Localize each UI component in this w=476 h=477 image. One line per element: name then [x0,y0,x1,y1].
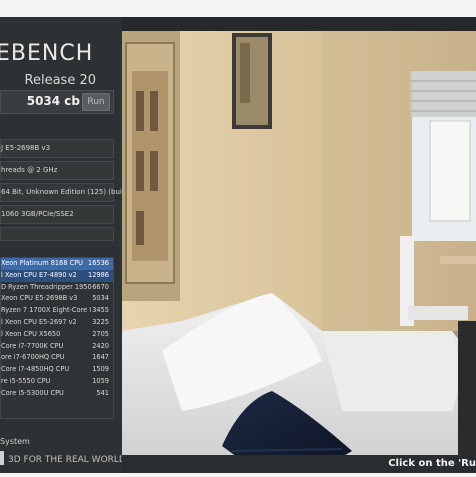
ranking-score: 3225 [92,317,109,326]
ranking-score: 12986 [88,270,109,279]
ranking-row[interactable]: l Xeon CPU E7-4890 v2 12986 [1,269,113,282]
ranking-cpu-name: l Xeon CPU E7-4890 v2 [1,270,77,279]
ranking-cpu-name: D Ryzen Threadripper 1950 [1,282,92,291]
ranking-score: 16536 [88,259,109,267]
ranking-row[interactable]: Core i7-7700K CPU 2420 [1,341,113,353]
ranking-cpu-name: re i5-5550 CPU [1,376,51,385]
gpu-info-field: 1060 3GB/PCIe/SSE2 [0,205,114,224]
ranking-cpu-name: Ryzen 7 1700X Eight-Core I [1,306,92,315]
threads-info-field: hreads @ 2 GHz [0,161,114,180]
ranking-row[interactable]: Xeon Platinum 8168 CPU 16536 [1,258,113,270]
ranking-score: 1059 [92,376,109,385]
ranking-cpu-name: Xeon CPU E5-2698B v3 [1,294,78,303]
cpu-score: 5034 cb [26,94,80,108]
ranking-cpu-name: Core i7-4850HQ CPU [1,365,70,374]
ranking-row[interactable]: ore i7-6700HQ CPU 1647 [1,352,113,364]
sidebar: EBENCH Release 20 5034 cb Run J E5-2698B… [0,17,126,473]
ranking-score: 5034 [92,294,109,303]
cinebench-window: EBENCH Release 20 5034 cb Run J E5-2698B… [0,17,476,473]
ranking-cpu-name: l Xeon CPU X5650 [1,329,61,338]
ranking-row[interactable]: l Xeon CPU X5650 2705 [1,329,113,341]
ranking-score: 6670 [92,282,109,291]
ranking-score: 3455 [92,306,109,315]
ranking-cpu-name: l Xeon CPU E5-2697 v2 [1,317,77,326]
threads-info-text: hreads @ 2 GHz [1,166,58,174]
ranking-score: 541 [96,388,109,397]
ranking-row[interactable]: l Xeon CPU E5-2697 v2 3225 [1,317,113,329]
ranking-cpu-name: Core i5-5300U CPU [1,388,64,397]
cpu-info-text: J E5-2698B v3 [1,144,51,152]
ranking-cpu-name: Xeon Platinum 8168 CPU [1,259,84,267]
os-info-field: 64 Bit, Unknown Edition (125) (bui [0,183,122,202]
status-bar: Click on the 'Ru [122,455,476,473]
os-info-text: 64 Bit, Unknown Edition (125) (bui [1,188,122,196]
logo-title: EBENCH [0,41,94,66]
ranking-cpu-name: Core i7-7700K CPU [1,341,64,350]
render-viewport [122,31,476,468]
ranking-cpu-name: ore i7-6700HQ CPU [1,353,65,362]
ranking-score: 2705 [92,329,109,338]
status-text: Click on the 'Ru [388,458,476,469]
cpu-info-field: J E5-2698B v3 [0,139,114,158]
ranking-row[interactable]: Core i5-5300U CPU 541 [1,388,113,400]
ranking-row-current[interactable]: Xeon CPU E5-2698B v3 5034 [1,293,113,305]
ranking-score: 1647 [92,353,109,362]
footer-tagline: 3D FOR THE REAL WORLD [8,455,126,465]
maxon-logo-mark [0,451,4,465]
gpu-info-text: 1060 3GB/PCIe/SSE2 [1,210,74,218]
ranking-list[interactable]: Xeon Platinum 8168 CPU 16536 l Xeon CPU E… [0,257,114,419]
ranking-row[interactable]: Core i7-4850HQ CPU 1509 [1,364,113,376]
ranking-row[interactable]: Ryzen 7 1700X Eight-Core I 3455 [1,305,113,317]
system-label: System [0,437,30,446]
ranking-row[interactable]: D Ryzen Threadripper 1950 6670 [1,282,113,294]
info-field-empty [0,227,114,241]
ranking-row[interactable]: re i5-5550 CPU 1059 [1,376,113,388]
render-scene-image [122,31,476,468]
run-button[interactable]: Run [82,93,110,111]
cpu-score-row: 5034 cb Run [0,90,114,114]
ranking-score: 1509 [92,365,109,374]
logo-subtitle: Release 20 [24,73,96,88]
ranking-score: 2420 [92,341,109,350]
